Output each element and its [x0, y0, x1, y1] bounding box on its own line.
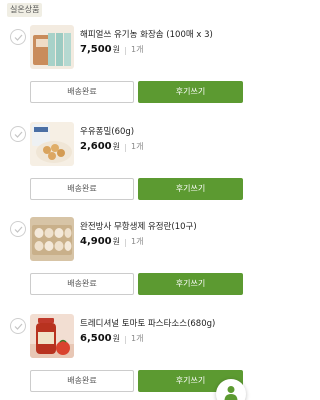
divider	[125, 239, 127, 247]
product-name[interactable]: 완전방사 무항생제 유정란(10구)	[80, 221, 250, 233]
item-checkbox[interactable]	[10, 29, 26, 45]
product-thumbnail[interactable]	[30, 122, 74, 166]
write-review-button[interactable]: 후기쓰기	[138, 178, 243, 200]
currency-unit: 원	[112, 45, 121, 54]
section-label: 실온상품	[7, 3, 43, 17]
delivery-status-button[interactable]: 배송완료	[30, 178, 134, 200]
product-price: 6,500	[80, 333, 112, 344]
user-icon	[224, 386, 238, 400]
product-thumbnail[interactable]	[30, 314, 74, 358]
divider	[125, 336, 127, 344]
order-item: 해피얼쓰 유기농 화장솜 (100매 x 3) 7,500 원 1개 배송완료 …	[0, 25, 253, 125]
product-quantity: 1개	[131, 142, 144, 151]
item-checkbox[interactable]	[10, 221, 26, 237]
write-review-button[interactable]: 후기쓰기	[138, 81, 243, 103]
currency-unit: 원	[112, 334, 121, 343]
price-row: 2,600 원 1개	[80, 141, 143, 155]
check-icon	[14, 226, 23, 233]
order-item: 트레디셔널 토마토 파스타소스(680g) 6,500 원 1개 배송완료 후기…	[0, 314, 253, 400]
delivery-status-button[interactable]: 배송완료	[30, 81, 134, 103]
price-row: 6,500 원 1개	[80, 333, 143, 347]
product-quantity: 1개	[131, 334, 144, 343]
currency-unit: 원	[112, 142, 121, 151]
order-item: 완전방사 무항생제 유정란(10구) 4,900 원 1개 배송완료 후기쓰기	[0, 217, 253, 317]
order-item: 우유퐁밀(60g) 2,600 원 1개 배송완료 후기쓰기	[0, 122, 253, 222]
product-price: 7,500	[80, 44, 112, 55]
product-name[interactable]: 우유퐁밀(60g)	[80, 126, 250, 138]
product-price: 2,600	[80, 141, 112, 152]
check-icon	[14, 323, 23, 330]
divider	[125, 47, 127, 55]
product-price: 4,900	[80, 236, 112, 247]
product-name[interactable]: 트레디셔널 토마토 파스타소스(680g)	[80, 318, 250, 330]
product-quantity: 1개	[131, 45, 144, 54]
delivery-status-button[interactable]: 배송완료	[30, 370, 134, 392]
currency-unit: 원	[112, 237, 121, 246]
check-icon	[14, 34, 23, 41]
check-icon	[14, 131, 23, 138]
item-checkbox[interactable]	[10, 126, 26, 142]
price-row: 7,500 원 1개	[80, 44, 143, 58]
delivery-status-button[interactable]: 배송완료	[30, 273, 134, 295]
divider	[125, 144, 127, 152]
item-checkbox[interactable]	[10, 318, 26, 334]
write-review-button[interactable]: 후기쓰기	[138, 273, 243, 295]
product-name[interactable]: 해피얼쓰 유기농 화장솜 (100매 x 3)	[80, 29, 250, 41]
order-list-page: 실온상품 해피얼쓰 유기농 화장솜 (100매 x 3) 7,500 원 1개 …	[0, 0, 253, 400]
product-thumbnail[interactable]	[30, 217, 74, 261]
product-thumbnail[interactable]	[30, 25, 74, 69]
product-quantity: 1개	[131, 237, 144, 246]
price-row: 4,900 원 1개	[80, 236, 143, 250]
